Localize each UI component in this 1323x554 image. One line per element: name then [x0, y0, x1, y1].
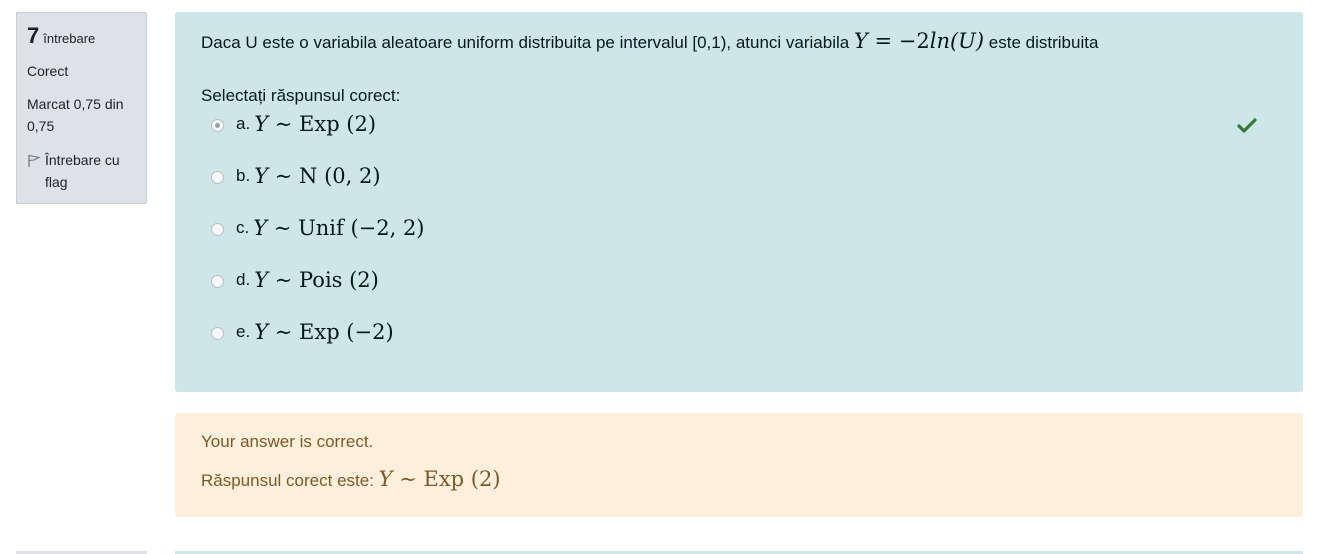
math-eq: = −2	[867, 29, 930, 53]
flag-icon	[28, 154, 41, 167]
answer-letter: c.	[236, 218, 250, 237]
math-ln: ln	[929, 29, 950, 53]
feedback-panel: Your answer is correct. Răspunsul corect…	[175, 413, 1303, 517]
answer-radio-a[interactable]	[211, 119, 224, 132]
question-text-prefix: Daca U este o variabila aleatoare unifor…	[201, 33, 854, 52]
correct-answer-math: Y ∼ Exp (2)	[378, 467, 501, 491]
question-state: Corect	[27, 63, 69, 79]
answer-letter: d.	[236, 270, 251, 289]
question-text-suffix: este distribuita	[984, 33, 1099, 52]
answer-prompt: Selectați răspunsul corect:	[201, 86, 401, 105]
answer-math: Y ∼ Unif (−2, 2)	[253, 216, 425, 240]
correct-answer-prefix: Răspunsul corect este:	[201, 471, 379, 490]
answer-radio-b[interactable]	[211, 171, 224, 184]
math-u: (U)	[949, 29, 985, 53]
question-text: Daca U este o variabila aleatoare unifor…	[201, 30, 1277, 54]
answer-radio-d[interactable]	[211, 275, 224, 288]
question-math: Y = −2ln(U)	[854, 29, 984, 53]
math-y: Y	[853, 29, 868, 53]
question-number: 7 întrebare	[27, 23, 136, 49]
answer-option-c[interactable]: c. Y ∼ Unif (−2, 2)	[201, 216, 1277, 268]
answer-letter: b.	[236, 166, 251, 185]
answer-letter: a.	[236, 114, 251, 133]
flag-question-toggle[interactable]: Întrebare cu flag	[27, 149, 136, 193]
answer-math: Y ∼ N (0, 2)	[254, 164, 381, 188]
question-number-value: 7	[27, 23, 40, 48]
answer-radio-c[interactable]	[211, 223, 224, 236]
answer-list: a. Y ∼ Exp (2) b. Y ∼ N (0, 2) c. Y ∼ Un…	[201, 112, 1277, 372]
question-word: întrebare	[43, 31, 96, 46]
check-icon	[1237, 118, 1257, 133]
answer-radio-e[interactable]	[211, 327, 224, 340]
answer-option-b[interactable]: b. Y ∼ N (0, 2)	[201, 164, 1277, 216]
answer-option-e[interactable]: e. Y ∼ Exp (−2)	[201, 320, 1277, 372]
answer-letter: e.	[236, 322, 251, 341]
answer-math: Y ∼ Pois (2)	[254, 268, 379, 292]
answer-math: Y ∼ Exp (2)	[254, 112, 377, 136]
question-info-panel: 7 întrebare Corect Marcat 0,75 din 0,75 …	[16, 12, 147, 204]
answer-option-a[interactable]: a. Y ∼ Exp (2)	[201, 112, 1277, 164]
correct-answer-text: Răspunsul corect este: Y ∼ Exp (2)	[201, 467, 1277, 494]
answer-option-d[interactable]: d. Y ∼ Pois (2)	[201, 268, 1277, 320]
question-formulation: Daca U este o variabila aleatoare unifor…	[175, 12, 1303, 392]
question-grade: Marcat 0,75 din 0,75	[27, 96, 124, 134]
answer-math: Y ∼ Exp (−2)	[254, 320, 394, 344]
feedback-text: Your answer is correct.	[201, 432, 374, 451]
flag-label: Întrebare cu flag	[45, 152, 120, 190]
